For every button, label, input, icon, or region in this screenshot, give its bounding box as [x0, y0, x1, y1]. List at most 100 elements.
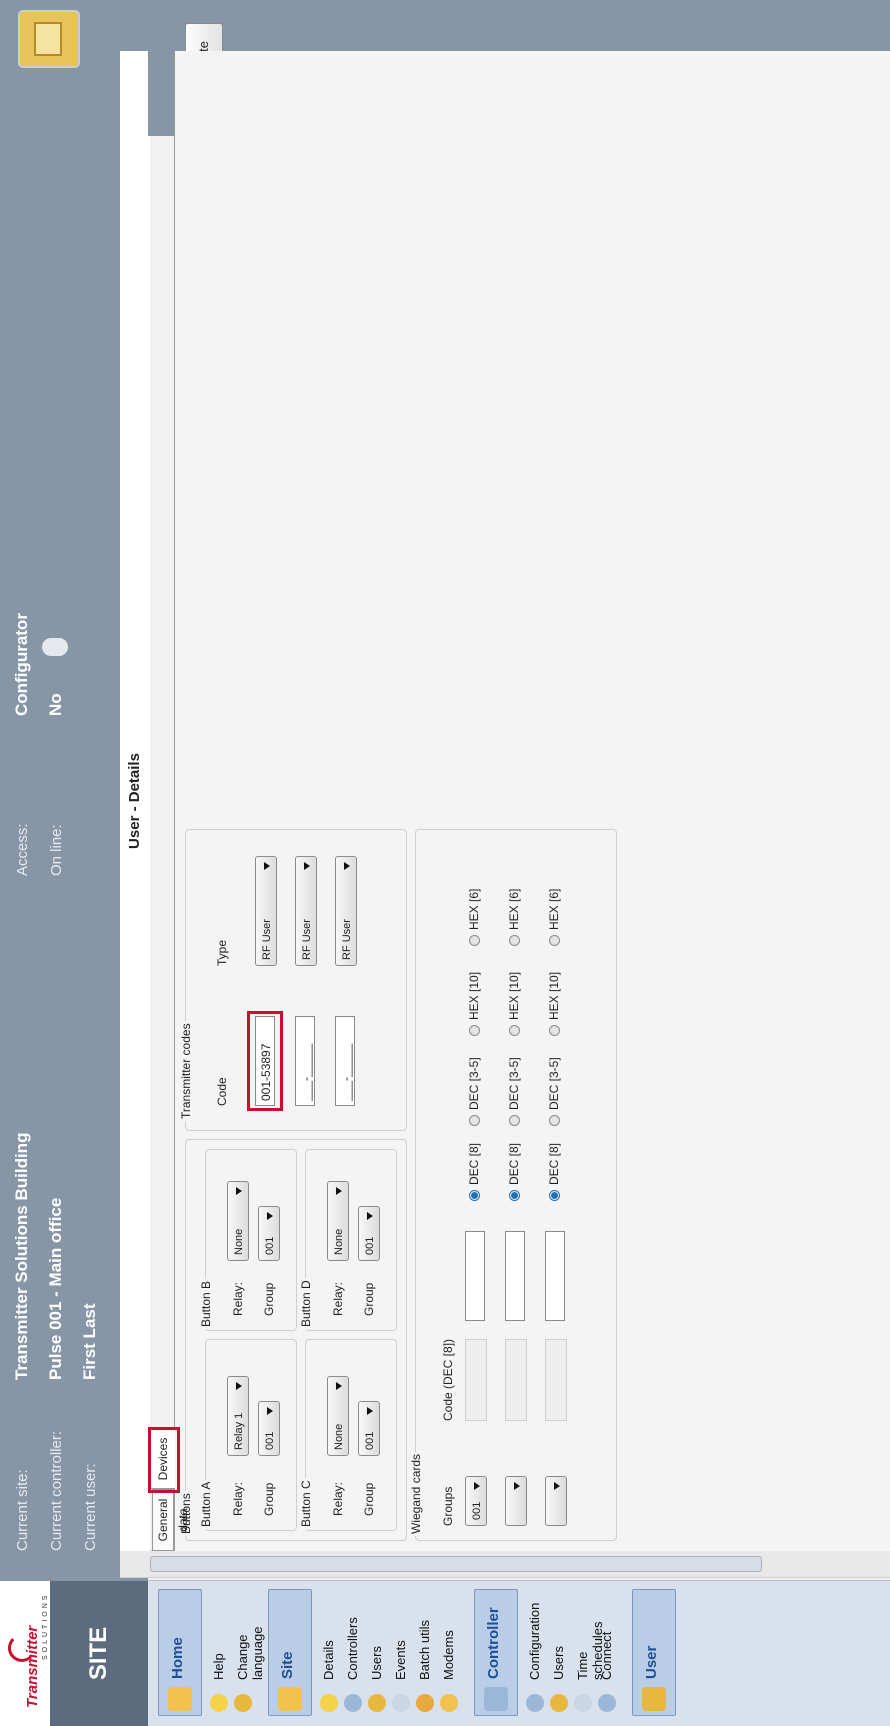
select-value: 001 — [264, 1236, 276, 1255]
scroll-arrow-up-icon[interactable] — [128, 1558, 140, 1572]
button-d-relay-select[interactable]: None — [327, 1181, 349, 1261]
button-b-group — [205, 1149, 297, 1331]
sidebar-section-home[interactable]: Home — [158, 1589, 202, 1716]
select-value: None — [333, 1423, 345, 1450]
home-icon — [168, 1687, 192, 1711]
access-label: Access: — [14, 823, 31, 876]
transmitter-code-input-2[interactable]: ___-_____ — [295, 1016, 315, 1106]
current-controller-label: Current controller: — [48, 1430, 65, 1551]
sidebar-item-modems[interactable]: Modems — [438, 1591, 460, 1716]
wiegand-group-select-2[interactable] — [505, 1476, 527, 1526]
transmitter-type-select-2[interactable]: RF User — [295, 856, 317, 966]
dec35-radio-2[interactable] — [509, 1115, 520, 1126]
sidebar-section-user[interactable]: User — [632, 1589, 676, 1716]
hex6-radio-1[interactable] — [469, 935, 480, 946]
dec8-radio-3[interactable] — [549, 1190, 560, 1201]
brand-panel: Transmitter SOLUTIONS SITE MANAGER — [0, 1581, 210, 1726]
dec35-radio-3[interactable] — [549, 1115, 560, 1126]
radio-label: HEX [10] — [547, 971, 561, 1020]
hex10-radio-3[interactable] — [549, 1025, 560, 1036]
hex10-radio-1[interactable] — [469, 1025, 480, 1036]
sidebar-item-events[interactable]: Events — [390, 1591, 412, 1716]
sidebar-item-label: Users — [369, 1646, 384, 1680]
dec35-radio-1[interactable] — [469, 1115, 480, 1126]
tab-general-data[interactable]: General data — [152, 1489, 190, 1551]
button-a-group-select[interactable]: 001 — [258, 1401, 280, 1456]
select-value: RF User — [341, 919, 353, 960]
sidebar-item-label: Events — [393, 1640, 408, 1680]
group-label: Group — [262, 1482, 276, 1516]
wiegand-group-select-3[interactable] — [545, 1476, 567, 1526]
users-icon — [368, 1694, 386, 1712]
input-value: ___-_____ — [339, 1043, 353, 1101]
dropdown-arrow-icon — [336, 1187, 342, 1195]
radio-label: DEC [3-5] — [547, 1057, 561, 1110]
button-c-group-select[interactable]: 001 — [358, 1401, 380, 1456]
sidebar-item-details[interactable]: Details — [318, 1591, 340, 1716]
relay-label: Relay: — [231, 1481, 245, 1516]
folder-icon[interactable] — [18, 10, 80, 68]
radio-label: HEX [10] — [467, 971, 481, 1020]
sidebar-section-label: Home — [169, 1637, 186, 1679]
button-d-group — [305, 1149, 397, 1331]
transmitter-type-select-1[interactable]: RF User — [255, 856, 277, 966]
dropdown-arrow-icon — [367, 1407, 373, 1415]
sidebar-section-controller[interactable]: Controller — [474, 1589, 518, 1716]
hex6-radio-3[interactable] — [549, 935, 560, 946]
current-user-label: Current user: — [82, 1463, 99, 1551]
sidebar-item-label: Details — [321, 1640, 336, 1680]
dropdown-arrow-icon — [344, 862, 350, 870]
dropdown-arrow-icon — [474, 1482, 480, 1490]
sidebar-item-users[interactable]: Users — [366, 1591, 388, 1716]
scrollbar-thumb[interactable] — [150, 1556, 762, 1572]
dropdown-arrow-icon — [336, 1382, 342, 1390]
current-site-label: Current site: — [14, 1469, 31, 1551]
select-value: None — [333, 1228, 345, 1255]
highlight-box — [148, 1427, 180, 1493]
sidebar-item-time-schedules[interactable]: Time schedules — [572, 1591, 605, 1716]
button-b-group-select[interactable]: 001 — [258, 1206, 280, 1261]
highlight-box — [247, 1011, 283, 1111]
button-b-relay-select[interactable]: None — [227, 1181, 249, 1261]
configuration-icon — [526, 1694, 544, 1712]
wiegand-group-select-1[interactable]: 001 — [465, 1476, 487, 1526]
logo-subword: SOLUTIONS — [42, 1592, 49, 1660]
transmitter-type-select-3[interactable]: RF User — [335, 856, 357, 966]
sidebar-item-change-language[interactable]: Change language — [232, 1591, 265, 1716]
wiegand-code-input-1[interactable] — [465, 1231, 485, 1321]
button-d-group-select[interactable]: 001 — [358, 1206, 380, 1261]
button-a-relay-select[interactable]: Relay 1 — [227, 1376, 249, 1456]
radio-label: HEX [6] — [507, 888, 521, 930]
sidebar-item-label: Modems — [441, 1630, 456, 1680]
select-value: 001 — [264, 1431, 276, 1450]
sidebar-item-configuration[interactable]: Configuration — [524, 1591, 546, 1716]
wiegand-code-disabled-1 — [465, 1339, 487, 1421]
sidebar-item-label: Configuration — [527, 1602, 542, 1680]
transmitter-code-input-3[interactable]: ___-_____ — [335, 1016, 355, 1106]
details-icon — [320, 1694, 338, 1712]
language-icon — [234, 1694, 252, 1712]
relay-label: Relay: — [331, 1481, 345, 1516]
dec8-radio-2[interactable] — [509, 1190, 520, 1201]
horizontal-scrollbar[interactable] — [120, 1550, 890, 1578]
wiegand-caption: Wiegand cards — [409, 1451, 423, 1536]
wiegand-code-input-2[interactable] — [505, 1231, 525, 1321]
dropdown-arrow-icon — [236, 1187, 242, 1195]
online-value: No — [46, 693, 65, 716]
sidebar-item-label: Connect — [599, 1631, 614, 1680]
dec8-radio-1[interactable] — [469, 1190, 480, 1201]
sidebar-item-controller-users[interactable]: Users — [548, 1591, 570, 1716]
sidebar-item-connect[interactable]: Connect — [596, 1591, 618, 1716]
hex6-radio-2[interactable] — [509, 935, 520, 946]
sidebar-item-batch-utils[interactable]: Batch utils — [414, 1591, 436, 1716]
hex10-radio-2[interactable] — [509, 1025, 520, 1036]
sidebar-section-site[interactable]: Site — [268, 1589, 312, 1716]
radio-label: HEX [10] — [507, 971, 521, 1020]
sidebar-item-controllers[interactable]: Controllers — [342, 1591, 364, 1716]
group-label: Group — [362, 1482, 376, 1516]
sidebar-item-help[interactable]: Help — [208, 1591, 230, 1716]
wiegand-code-input-3[interactable] — [545, 1231, 565, 1321]
sidebar-section-label: User — [643, 1645, 660, 1679]
button-c-relay-select[interactable]: None — [327, 1376, 349, 1456]
sidebar-section-label: Site — [279, 1651, 296, 1679]
